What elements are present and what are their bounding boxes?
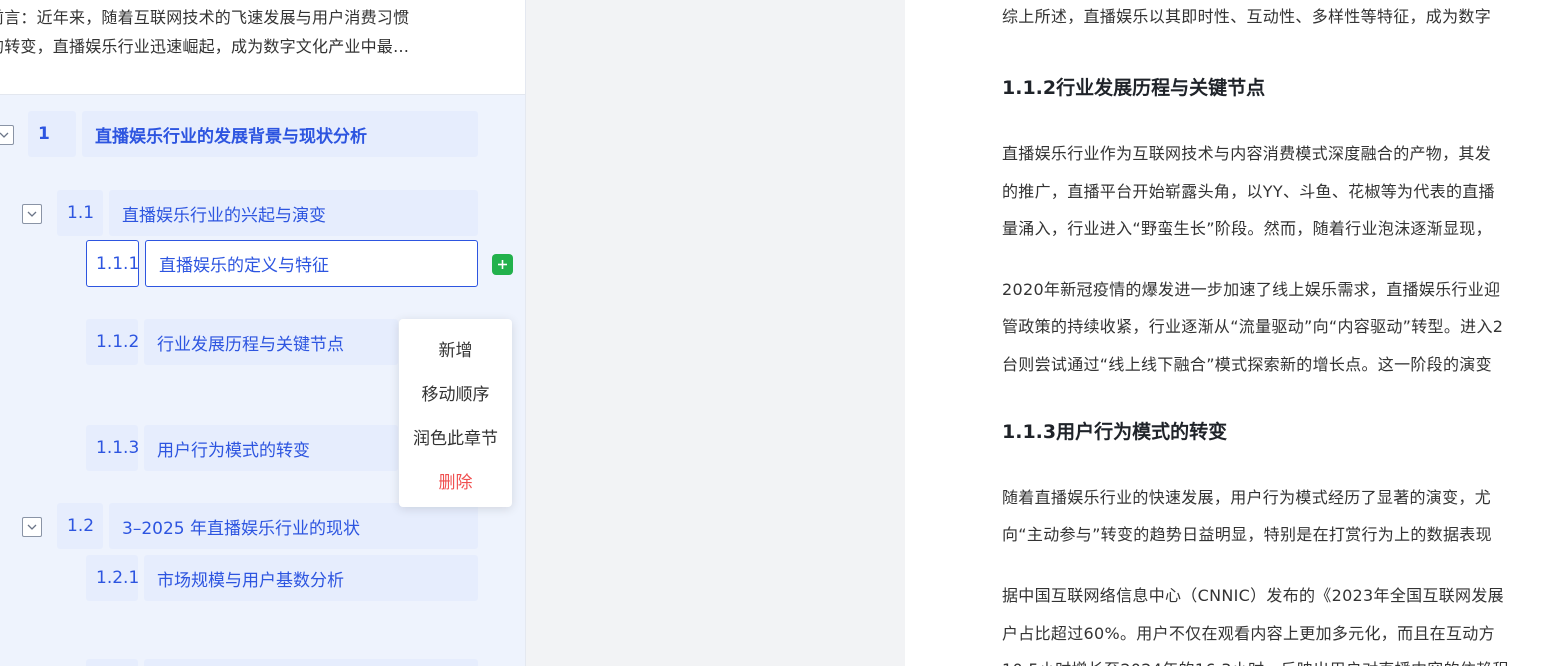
outline-panel: 前言：近年来，随着互联网技术的飞速发展与用户消费习惯 的转变，直播娱乐行业迅速崛…: [0, 0, 526, 666]
add-section-button[interactable]: [492, 254, 513, 275]
outline-num-s113[interactable]: 1.1.3: [86, 425, 139, 471]
doc-heading-1-1-3: 1.1.3用户行为模式的转变: [1002, 421, 1228, 443]
outline-title-s121[interactable]: 市场规模与用户基数分析: [144, 555, 478, 601]
context-menu: 新增 移动顺序 润色此章节 删除: [399, 319, 512, 507]
chevron-down-icon: [27, 524, 37, 530]
preface-text: 前言：近年来，随着互联网技术的飞速发展与用户消费习惯 的转变，直播娱乐行业迅速崛…: [0, 3, 493, 61]
doc-paragraph-line: 量涌入，行业进入“野蛮生长”阶段。然而，随着行业泡沫逐渐显现，: [1002, 219, 1492, 238]
collapse-toggle-s12[interactable]: [22, 517, 42, 537]
doc-paragraph-line: 10.5小时增长至2024年的16.3小时，反映出用户对直播内容的依赖程: [1002, 656, 1509, 666]
doc-paragraph-line: 的推广，直播平台开始崭露头角，以YY、斗鱼、花椒等为代表的直播: [1002, 182, 1495, 201]
doc-paragraph-line: 据中国互联网络信息中心（CNNIC）发布的《2023年全国互联网发展: [1002, 586, 1504, 605]
doc-paragraph-line: 管政策的持续收紧，行业逐渐从“流量驱动”向“内容驱动”转型。进入2: [1002, 317, 1504, 336]
doc-paragraph-line: 直播娱乐行业作为互联网技术与内容消费模式深度融合的产物，其发: [1002, 144, 1492, 163]
doc-heading-1-1-2: 1.1.2行业发展历程与关键节点: [1002, 77, 1266, 99]
menu-item-move-order[interactable]: 移动顺序: [399, 380, 512, 405]
outline-title-s11[interactable]: 直播娱乐行业的兴起与演变: [109, 190, 478, 236]
outline-num-s121[interactable]: 1.2.1: [86, 555, 139, 601]
outline-num-s12[interactable]: 1.2: [57, 503, 103, 549]
chevron-down-icon: [27, 211, 37, 217]
document-content: 综上所述，直播娱乐以其即时性、互动性、多样性等特征，成为数字 1.1.2行业发展…: [905, 0, 1566, 666]
doc-paragraph-line: 户占比超过60%。用户不仅在观看内容上更加多元化，而且在互动方: [1002, 624, 1495, 643]
outline-num-next[interactable]: [86, 659, 138, 666]
outline-title-s12[interactable]: 3–2025 年直播娱乐行业的现状: [109, 503, 478, 549]
menu-item-polish-section[interactable]: 润色此章节: [399, 424, 512, 449]
preface-line-2: 的转变，直播娱乐行业迅速崛起，成为数字文化产业中最…: [0, 37, 410, 56]
outline-num-s112[interactable]: 1.1.2: [86, 319, 139, 365]
menu-item-delete[interactable]: 删除: [399, 468, 512, 493]
outline-num-s11[interactable]: 1.1: [57, 190, 103, 236]
outline-num-ch1[interactable]: 1: [28, 111, 76, 157]
outline-title-next[interactable]: [144, 659, 478, 666]
menu-item-add[interactable]: 新增: [399, 336, 512, 361]
plus-icon: [498, 260, 507, 269]
preface-line-1: 前言：近年来，随着互联网技术的飞速发展与用户消费习惯: [0, 8, 410, 27]
outline-title-s111[interactable]: 直播娱乐的定义与特征: [145, 240, 478, 287]
collapse-toggle-ch1[interactable]: [0, 125, 14, 145]
outline-title-s112[interactable]: 行业发展历程与关键节点: [144, 319, 398, 365]
preface-summary[interactable]: 前言：近年来，随着互联网技术的飞速发展与用户消费习惯 的转变，直播娱乐行业迅速崛…: [0, 0, 525, 95]
outline-title-s113[interactable]: 用户行为模式的转变: [144, 425, 398, 471]
panel-gap: [527, 0, 905, 666]
doc-paragraph-line: 综上所述，直播娱乐以其即时性、互动性、多样性等特征，成为数字: [1002, 7, 1492, 26]
outline-title-ch1[interactable]: 直播娱乐行业的发展背景与现状分析: [82, 111, 478, 157]
doc-paragraph-line: 2020年新冠疫情的爆发进一步加速了线上娱乐需求，直播娱乐行业迎: [1002, 280, 1501, 299]
outline-num-s111[interactable]: 1.1.1: [86, 240, 139, 287]
doc-paragraph-line: 向“主动参与”转变的趋势日益明显，特别是在打赏行为上的数据表现: [1002, 525, 1492, 544]
doc-paragraph-line: 台则尝试通过“线上线下融合”模式探索新的增长点。这一阶段的演变: [1002, 355, 1492, 374]
chevron-down-icon: [0, 132, 9, 138]
collapse-toggle-s11[interactable]: [22, 204, 42, 224]
doc-paragraph-line: 随着直播娱乐行业的快速发展，用户行为模式经历了显著的演变，尤: [1002, 488, 1492, 507]
